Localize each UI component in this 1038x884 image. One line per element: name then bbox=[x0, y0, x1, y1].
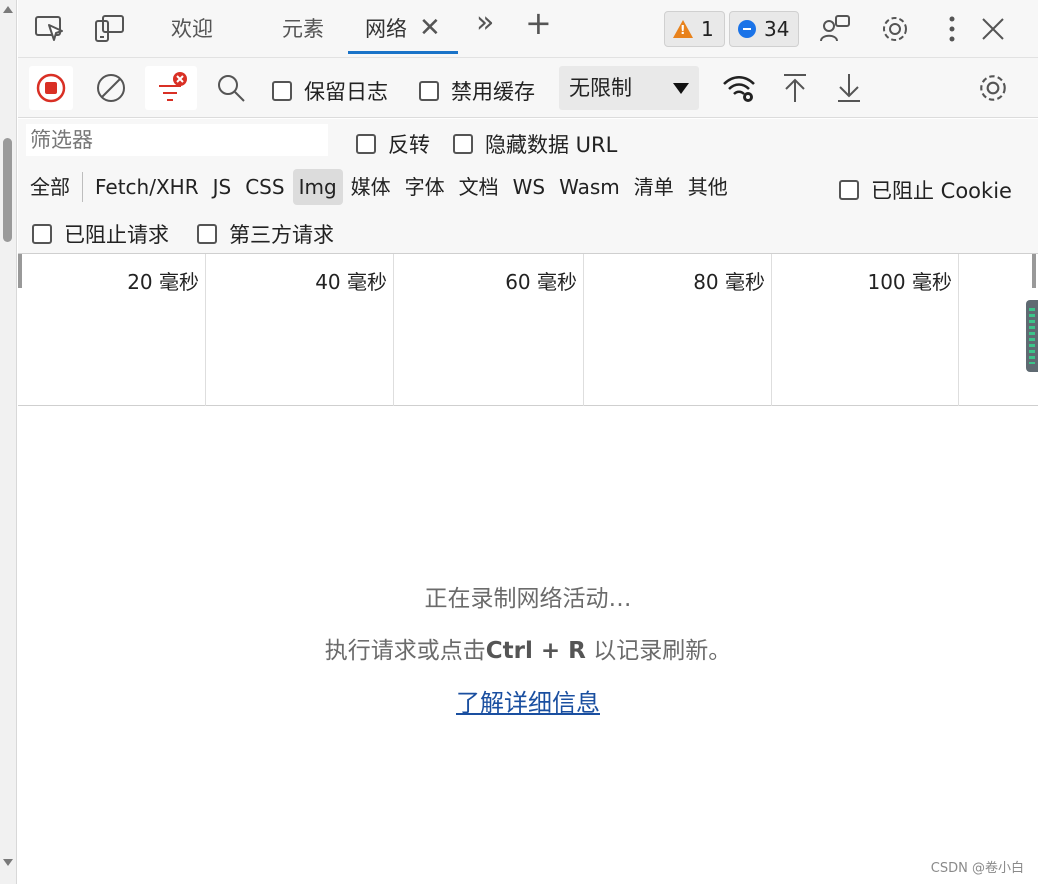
refresh-hint: 执行请求或点击Ctrl + R 以记录刷新。 bbox=[324, 638, 732, 664]
preserve-log-box[interactable] bbox=[272, 81, 292, 101]
tab-elements[interactable]: 元素 bbox=[282, 14, 324, 54]
export-har-button[interactable] bbox=[827, 66, 871, 110]
record-button[interactable] bbox=[29, 66, 73, 110]
type-filter-font[interactable]: 字体 bbox=[399, 169, 451, 205]
network-conditions-button[interactable] bbox=[717, 66, 761, 110]
timeline-tick: 40 毫秒 bbox=[206, 254, 394, 406]
inspect-element-icon[interactable] bbox=[34, 13, 66, 45]
more-options-icon[interactable] bbox=[936, 13, 968, 45]
devtools-panel: 欢迎 元素 网络✕ » + 1 34 bbox=[18, 0, 1038, 884]
network-toolbar: 保留日志 禁用缓存 无限制 bbox=[18, 58, 1038, 118]
activity-bars-icon bbox=[1029, 308, 1035, 364]
recording-message: 正在录制网络活动… bbox=[424, 586, 632, 612]
blocked-cookies-checkbox[interactable]: 已阻止 Cookie bbox=[839, 175, 1012, 205]
filter-icon bbox=[159, 72, 187, 101]
type-filter-all[interactable]: 全部 bbox=[24, 169, 76, 205]
filter-toggle-button[interactable] bbox=[145, 66, 197, 110]
dropdown-caret-icon bbox=[673, 83, 689, 94]
search-icon bbox=[218, 75, 245, 102]
timeline-tick: 20 毫秒 bbox=[18, 254, 206, 406]
type-filter-wasm[interactable]: Wasm bbox=[553, 169, 626, 205]
throttling-select[interactable]: 无限制 bbox=[559, 66, 699, 110]
overview-right-handle[interactable] bbox=[1032, 254, 1036, 288]
disable-cache-checkbox[interactable]: 禁用缓存 bbox=[419, 76, 535, 106]
third-party-checkbox[interactable]: 第三方请求 bbox=[197, 219, 334, 249]
settings-gear-icon[interactable] bbox=[879, 13, 911, 45]
page-scrollbar[interactable] bbox=[0, 0, 17, 884]
warnings-badge[interactable]: 1 bbox=[664, 11, 725, 47]
devtools-tab-bar: 欢迎 元素 网络✕ » + 1 34 bbox=[18, 0, 1038, 58]
filter-bar: 反转 隐藏数据 URL 全部 Fetch/XHR JS CSS Img 媒体 字… bbox=[18, 119, 1038, 254]
type-separator bbox=[82, 172, 83, 202]
hide-data-urls-checkbox[interactable]: 隐藏数据 URL bbox=[453, 129, 617, 159]
scrollbar-thumb[interactable] bbox=[3, 138, 12, 242]
device-emulation-icon[interactable] bbox=[94, 13, 126, 45]
hide-data-urls-box[interactable] bbox=[453, 134, 473, 154]
download-icon bbox=[838, 74, 860, 102]
side-panel-handle[interactable] bbox=[1026, 300, 1038, 372]
disable-cache-box[interactable] bbox=[419, 81, 439, 101]
search-button[interactable] bbox=[209, 66, 253, 110]
tab-welcome[interactable]: 欢迎 bbox=[171, 14, 213, 54]
gear-icon bbox=[980, 75, 1006, 101]
type-filter-fetch-xhr[interactable]: Fetch/XHR bbox=[89, 169, 205, 205]
learn-more-link[interactable]: 了解详细信息 bbox=[18, 683, 1038, 718]
clear-icon bbox=[97, 74, 125, 102]
warning-icon bbox=[673, 20, 693, 38]
invert-box[interactable] bbox=[356, 134, 376, 154]
wifi-settings-icon bbox=[723, 76, 755, 102]
feedback-icon[interactable] bbox=[819, 13, 851, 45]
watermark: CSDN @卷小白 bbox=[930, 861, 1024, 876]
type-filter-doc[interactable]: 文档 bbox=[453, 169, 505, 205]
message-icon bbox=[738, 20, 756, 38]
timeline-tick: 80 毫秒 bbox=[584, 254, 772, 406]
preserve-log-checkbox[interactable]: 保留日志 bbox=[272, 76, 388, 106]
invert-checkbox[interactable]: 反转 bbox=[356, 129, 430, 159]
type-filter-media[interactable]: 媒体 bbox=[345, 169, 397, 205]
shortcut-key: Ctrl + R bbox=[485, 638, 586, 664]
import-har-button[interactable] bbox=[773, 66, 817, 110]
third-party-box[interactable] bbox=[197, 224, 217, 244]
type-filter-manifest[interactable]: 清单 bbox=[628, 169, 680, 205]
blocked-cookies-box[interactable] bbox=[839, 180, 859, 200]
type-filter-img[interactable]: Img bbox=[292, 169, 343, 205]
filter-input[interactable] bbox=[26, 124, 328, 156]
blocked-requests-box[interactable] bbox=[32, 224, 52, 244]
type-filter-other[interactable]: 其他 bbox=[682, 169, 734, 205]
timeline-tick: 100 毫秒 bbox=[772, 254, 959, 406]
type-filter-css[interactable]: CSS bbox=[239, 169, 290, 205]
record-stop-icon bbox=[36, 73, 66, 103]
close-tab-icon[interactable]: ✕ bbox=[419, 14, 441, 42]
scroll-down-arrow-icon[interactable] bbox=[3, 859, 13, 866]
type-filter-ws[interactable]: WS bbox=[507, 169, 551, 205]
upload-icon bbox=[784, 74, 806, 102]
network-overview-timeline[interactable]: 20 毫秒 40 毫秒 60 毫秒 80 毫秒 100 毫秒 bbox=[18, 254, 1038, 406]
resource-type-filters: 全部 Fetch/XHR JS CSS Img 媒体 字体 文档 WS Wasm… bbox=[24, 167, 736, 207]
close-devtools-icon[interactable] bbox=[977, 13, 1009, 45]
messages-badge[interactable]: 34 bbox=[729, 11, 799, 47]
clear-button[interactable] bbox=[89, 66, 133, 110]
timeline-tick: 60 毫秒 bbox=[394, 254, 584, 406]
type-filter-js[interactable]: JS bbox=[207, 169, 238, 205]
network-settings-button[interactable] bbox=[971, 66, 1015, 110]
scroll-up-arrow-icon[interactable] bbox=[3, 6, 13, 13]
request-list-empty-state: 正在录制网络活动… 执行请求或点击Ctrl + R 以记录刷新。 了解详细信息 … bbox=[18, 407, 1038, 884]
blocked-requests-checkbox[interactable]: 已阻止请求 bbox=[32, 219, 169, 249]
more-tabs-icon[interactable]: » bbox=[476, 8, 494, 48]
tab-network[interactable]: 网络 ✕ bbox=[348, 14, 458, 54]
add-tab-icon[interactable]: + bbox=[525, 7, 552, 48]
